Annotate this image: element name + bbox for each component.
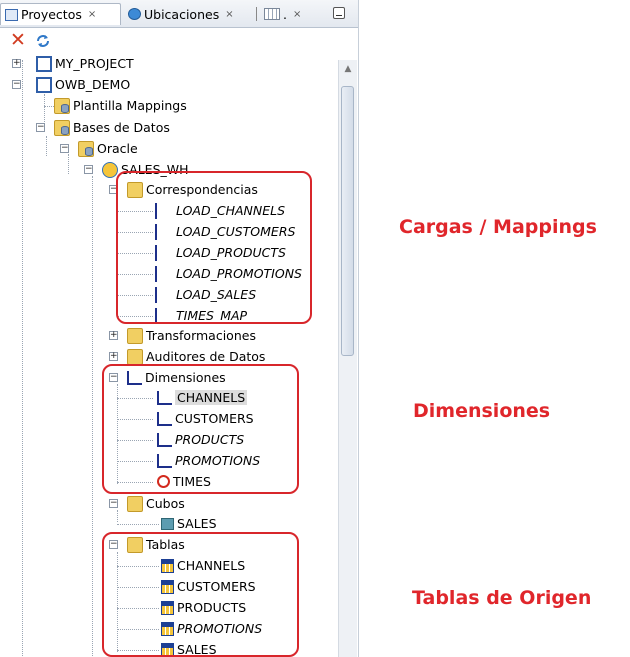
- transform-folder-icon: [127, 327, 143, 344]
- folder-db-icon: [78, 140, 94, 157]
- tree-item-label: MY_PROJECT: [55, 56, 134, 71]
- tables-highlight-box: [102, 532, 299, 657]
- collapse-toggle[interactable]: −: [60, 144, 69, 153]
- cube-icon: [161, 517, 174, 530]
- auditor-folder-icon: [127, 348, 143, 365]
- tree-item-label: Auditores de Datos: [146, 349, 266, 364]
- tree-line: [22, 60, 23, 657]
- expand-toggle[interactable]: +: [109, 352, 118, 361]
- tree-item-label: Oracle: [97, 141, 138, 156]
- tree-item-owb-demo[interactable]: − OWB_DEMO: [12, 74, 130, 95]
- tree-item-plantilla-mappings[interactable]: Plantilla Mappings: [54, 95, 187, 116]
- mappings-highlight-box: [116, 171, 312, 324]
- collapse-toggle[interactable]: −: [36, 123, 45, 132]
- cube-folder-icon: [127, 495, 143, 512]
- tree-item-cube[interactable]: SALES: [161, 513, 217, 534]
- folder-db-icon: [54, 97, 70, 114]
- tree-line: [46, 136, 47, 156]
- tree-item-label: Bases de Datos: [73, 120, 170, 135]
- dimensions-annotation: Dimensiones: [413, 400, 551, 422]
- tree-item-label: Transformaciones: [146, 328, 256, 343]
- tree-item-label: SALES: [177, 516, 217, 531]
- tree-item-bases-de-datos[interactable]: − Bases de Datos: [36, 117, 170, 138]
- tree-item-partial[interactable]: + MY_PROJECT: [12, 53, 134, 74]
- tree-item-label: Plantilla Mappings: [73, 98, 187, 113]
- module-icon: [102, 161, 118, 178]
- tree-item-label: Cubos: [146, 496, 185, 511]
- tree-item-oracle[interactable]: − Oracle: [60, 138, 138, 159]
- dimensions-highlight-box: [102, 364, 299, 494]
- tables-annotation: Tablas de Origen: [412, 587, 592, 609]
- folder-db-icon: [54, 119, 70, 136]
- scrollbar-thumb[interactable]: [341, 86, 354, 356]
- tree-item-transformaciones[interactable]: + Transformaciones: [109, 325, 256, 346]
- scroll-up-arrow-icon[interactable]: ▲: [339, 62, 357, 76]
- tree-line: [92, 176, 93, 656]
- collapse-toggle[interactable]: −: [109, 499, 118, 508]
- collapse-toggle[interactable]: −: [84, 165, 93, 174]
- tree-line: [117, 524, 159, 525]
- vertical-scrollbar[interactable]: ▲: [338, 60, 357, 657]
- tree-item-label: OWB_DEMO: [55, 77, 131, 92]
- collapse-toggle[interactable]: −: [12, 80, 21, 89]
- tree-line: [44, 106, 54, 107]
- expand-toggle[interactable]: +: [12, 59, 21, 68]
- project-icon: [36, 76, 52, 93]
- project-icon: [36, 55, 52, 72]
- tree-item-cubos[interactable]: − Cubos: [109, 493, 185, 514]
- expand-toggle[interactable]: +: [109, 331, 118, 340]
- mappings-annotation: Cargas / Mappings: [399, 216, 597, 238]
